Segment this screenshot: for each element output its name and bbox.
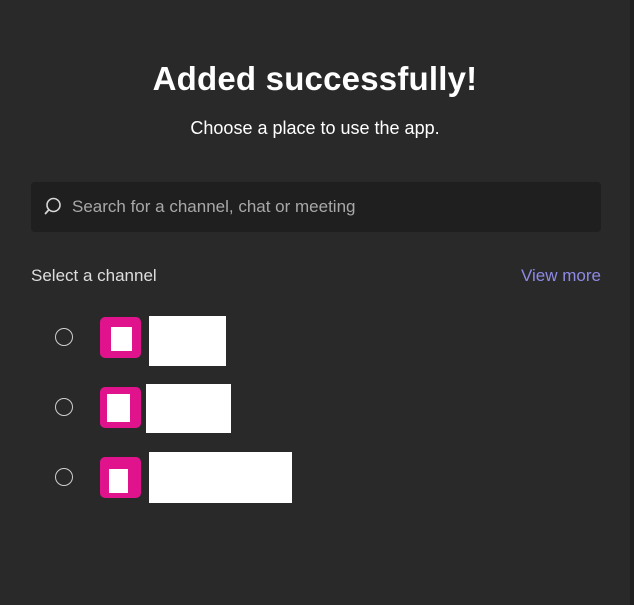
redacted-channel-name: [149, 316, 226, 366]
scrollbar-track[interactable]: [630, 0, 634, 605]
channel-option[interactable]: [0, 452, 630, 503]
channel-option[interactable]: [0, 382, 630, 433]
avatar-redaction: [111, 327, 132, 351]
search-input[interactable]: [70, 196, 574, 218]
section-label: Select a channel: [31, 266, 157, 285]
channel-avatar: [100, 317, 141, 358]
channel-option[interactable]: [0, 312, 630, 366]
redacted-channel-name: [146, 384, 231, 433]
radio-button[interactable]: [55, 398, 73, 416]
avatar-redaction: [107, 394, 130, 422]
redacted-channel-name: [149, 452, 292, 503]
dialog-subtitle: Choose a place to use the app.: [190, 118, 440, 138]
radio-button[interactable]: [55, 468, 73, 486]
avatar-redaction: [109, 469, 128, 493]
dialog-title: Added successfully!: [152, 60, 478, 97]
search-icon: [44, 197, 61, 215]
channel-avatar: [100, 387, 141, 428]
channel-avatar: [100, 457, 141, 498]
search-box[interactable]: [31, 182, 601, 232]
view-more-link[interactable]: View more: [521, 266, 601, 286]
radio-button[interactable]: [55, 328, 73, 346]
